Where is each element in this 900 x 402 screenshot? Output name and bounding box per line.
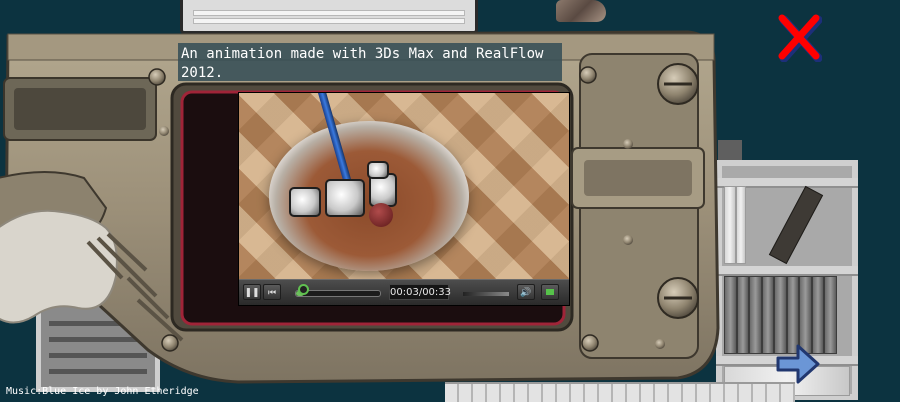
time-display: 00:03/00:33 <box>389 284 451 300</box>
background-clothing <box>556 0 606 22</box>
music-credit: Music:Blue Ice by John Etheridge <box>6 386 199 397</box>
video-frame[interactable] <box>239 93 569 279</box>
video-controls: ❚❚ ⏮ 00:03/00:33 🔊 <box>239 279 569 305</box>
animation-caption: An animation made with 3Ds Max and RealF… <box>178 43 562 81</box>
fullscreen-icon[interactable] <box>541 284 559 300</box>
video-ice-cube <box>367 161 389 179</box>
seek-handle[interactable] <box>297 284 309 295</box>
volume-slider[interactable] <box>463 292 509 296</box>
background-keyboard <box>445 382 795 402</box>
pause-icon[interactable]: ❚❚ <box>243 284 261 300</box>
skip-back-icon[interactable]: ⏮ <box>263 284 281 300</box>
speaker-icon[interactable]: 🔊 <box>517 284 535 300</box>
video-ice-cube <box>325 179 365 217</box>
video-berry <box>369 203 393 227</box>
close-x-icon[interactable] <box>776 12 823 63</box>
video-player[interactable]: ❚❚ ⏮ 00:03/00:33 🔊 <box>238 92 570 306</box>
background-shelf-edge <box>718 140 742 160</box>
video-ice-cube <box>289 187 321 217</box>
right-arrow-icon[interactable] <box>774 340 822 388</box>
